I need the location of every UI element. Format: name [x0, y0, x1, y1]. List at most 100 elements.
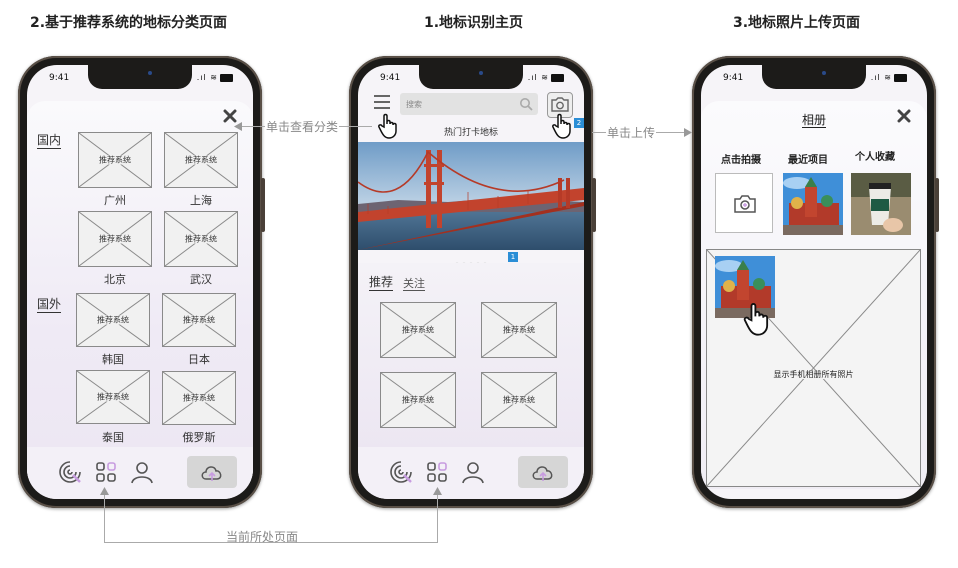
cloud-upload-icon	[532, 466, 553, 481]
bottom-tab-bar	[358, 447, 584, 499]
title-upload-page: 3.地标照片上传页面	[733, 15, 861, 31]
feed-card[interactable]: 推荐系统	[481, 302, 557, 358]
album-title: 相册	[801, 113, 826, 128]
carousel-indicators[interactable]	[454, 253, 494, 268]
tab-take-photo[interactable]: 点击拍摄	[721, 151, 761, 166]
feed-card[interactable]: 推荐系统	[380, 372, 456, 428]
user-icon[interactable]	[129, 459, 155, 485]
annotation-tap-upload: 单击上传	[606, 124, 657, 141]
close-icon[interactable]	[223, 109, 237, 123]
landmark-card-japan[interactable]: 推荐系统	[162, 293, 236, 347]
placeholder-label: 推荐系统	[98, 234, 132, 244]
upload-button[interactable]	[518, 456, 568, 488]
feed-card[interactable]: 推荐系统	[380, 302, 456, 358]
grid-icon[interactable]	[93, 459, 119, 485]
phone-category-page: 9:41 .ıl ≋ 国内 推荐系统 广州 推荐系统 上海 推荐系统 北京 推荐…	[18, 56, 265, 508]
camera-icon	[734, 195, 756, 213]
grid-icon[interactable]	[424, 459, 450, 485]
tab-follow[interactable]: 关注	[403, 277, 425, 291]
placeholder-label: 推荐系统	[96, 392, 130, 402]
landmark-card-russia[interactable]: 推荐系统	[162, 371, 236, 425]
placeholder-label: 推荐系统	[401, 325, 435, 335]
screen-home: 9:41 .ıl ≋ 搜索 2 热门打卡地标 1 推荐 关注 推荐系统 推荐系统…	[358, 65, 584, 499]
screen-upload: 9:41 .ıl ≋ 相册 点击拍摄 最近项目 个人收藏 显示手机相册所有照片	[701, 65, 927, 499]
coffee-cup-photo	[851, 173, 911, 235]
placeholder-label: 推荐系统	[401, 395, 435, 405]
upload-sheet: 相册 点击拍摄 最近项目 个人收藏 显示手机相册所有照片	[701, 101, 927, 489]
phone-home-page: 9:41 .ıl ≋ 搜索 2 热门打卡地标 1 推荐 关注 推荐系统 推荐系统…	[349, 56, 596, 508]
recent-photo-thumbnail[interactable]	[783, 173, 843, 235]
search-input[interactable]: 搜索	[400, 93, 538, 115]
bottom-tab-bar	[27, 447, 253, 499]
city-label: 广州	[104, 194, 126, 207]
placeholder-label: 推荐系统	[182, 315, 216, 325]
status-time: 9:41	[723, 73, 744, 83]
arrow-up-icon	[433, 487, 442, 495]
favorite-photo-thumbnail[interactable]	[851, 173, 911, 235]
status-time: 9:41	[49, 73, 70, 83]
status-time: 9:41	[380, 73, 401, 83]
scan-icon[interactable]	[57, 459, 83, 485]
annotation-tap-categories: 单击查看分类	[265, 118, 340, 135]
city-label: 上海	[190, 194, 212, 207]
title-home-page: 1.地标识别主页	[424, 15, 524, 31]
cathedral-photo	[783, 173, 843, 235]
country-label: 韩国	[102, 353, 124, 366]
placeholder-label: 推荐系统	[184, 234, 218, 244]
tab-favorites[interactable]: 个人收藏	[855, 148, 895, 163]
landmark-card-thailand[interactable]: 推荐系统	[76, 370, 150, 424]
landmark-card-korea[interactable]: 推荐系统	[76, 293, 150, 347]
placeholder-label: 推荐系统	[502, 395, 536, 405]
close-icon[interactable]	[897, 109, 911, 123]
connector-line	[104, 493, 105, 543]
step-badge-1: 1	[508, 252, 518, 262]
take-photo-tile[interactable]	[715, 173, 773, 233]
album-grid[interactable]: 显示手机相册所有照片	[706, 249, 921, 487]
placeholder-label: 推荐系统	[182, 393, 216, 403]
landmark-card-shanghai[interactable]: 推荐系统	[164, 132, 238, 188]
feed-card[interactable]: 推荐系统	[481, 372, 557, 428]
user-icon[interactable]	[460, 459, 486, 485]
status-icons: .ıl ≋	[871, 73, 907, 82]
search-icon[interactable]	[519, 97, 533, 111]
landmark-card-wuhan[interactable]: 推荐系统	[164, 211, 238, 267]
placeholder-label: 推荐系统	[98, 155, 132, 165]
country-label: 泰国	[102, 431, 124, 444]
hamburger-menu-icon[interactable]	[373, 94, 391, 110]
landmark-card-guangzhou[interactable]: 推荐系统	[78, 132, 152, 188]
city-label: 武汉	[190, 273, 212, 286]
cloud-upload-icon	[201, 466, 222, 481]
arrow-up-icon	[100, 487, 109, 495]
title-category-page: 2.基于推荐系统的地标分类页面	[30, 15, 228, 31]
country-label: 日本	[188, 353, 210, 366]
arrow-left-icon	[234, 122, 242, 131]
tab-recent[interactable]: 最近项目	[788, 151, 828, 166]
landmark-card-beijing[interactable]: 推荐系统	[78, 211, 152, 267]
placeholder-label: 推荐系统	[96, 315, 130, 325]
category-sheet: 国内 推荐系统 广州 推荐系统 上海 推荐系统 北京 推荐系统 武汉 国外 推荐…	[27, 101, 253, 489]
camera-icon	[551, 97, 569, 112]
album-caption-wrap: 显示手机相册所有照片	[707, 362, 920, 381]
arrow-right-icon	[684, 128, 692, 137]
phone-upload-page: 9:41 .ıl ≋ 相册 点击拍摄 最近项目 个人收藏 显示手机相册所有照片	[692, 56, 939, 508]
status-icons: .ıl ≋	[197, 73, 233, 82]
album-title-wrap: 相册	[701, 109, 927, 128]
annotation-current-page: 当前所处页面	[226, 530, 299, 544]
upload-button[interactable]	[187, 456, 237, 488]
hand-pointer-icon	[378, 113, 397, 139]
section-foreign: 国外	[37, 297, 62, 313]
section-domestic: 国内	[37, 133, 62, 149]
city-label: 北京	[104, 273, 126, 286]
scan-icon[interactable]	[388, 459, 414, 485]
hero-carousel[interactable]	[358, 142, 584, 250]
placeholder-label: 推荐系统	[184, 155, 218, 165]
country-label: 俄罗斯	[182, 431, 216, 444]
screen-category: 9:41 .ıl ≋ 国内 推荐系统 广州 推荐系统 上海 推荐系统 北京 推荐…	[27, 65, 253, 499]
hand-pointer-icon	[552, 113, 571, 139]
placeholder-label: 推荐系统	[502, 325, 536, 335]
status-icons: .ıl ≋	[528, 73, 564, 82]
hand-pointer-icon	[743, 303, 769, 336]
tab-recommend[interactable]: 推荐	[369, 275, 394, 291]
search-placeholder: 搜索	[406, 100, 422, 109]
connector-line	[437, 493, 438, 543]
